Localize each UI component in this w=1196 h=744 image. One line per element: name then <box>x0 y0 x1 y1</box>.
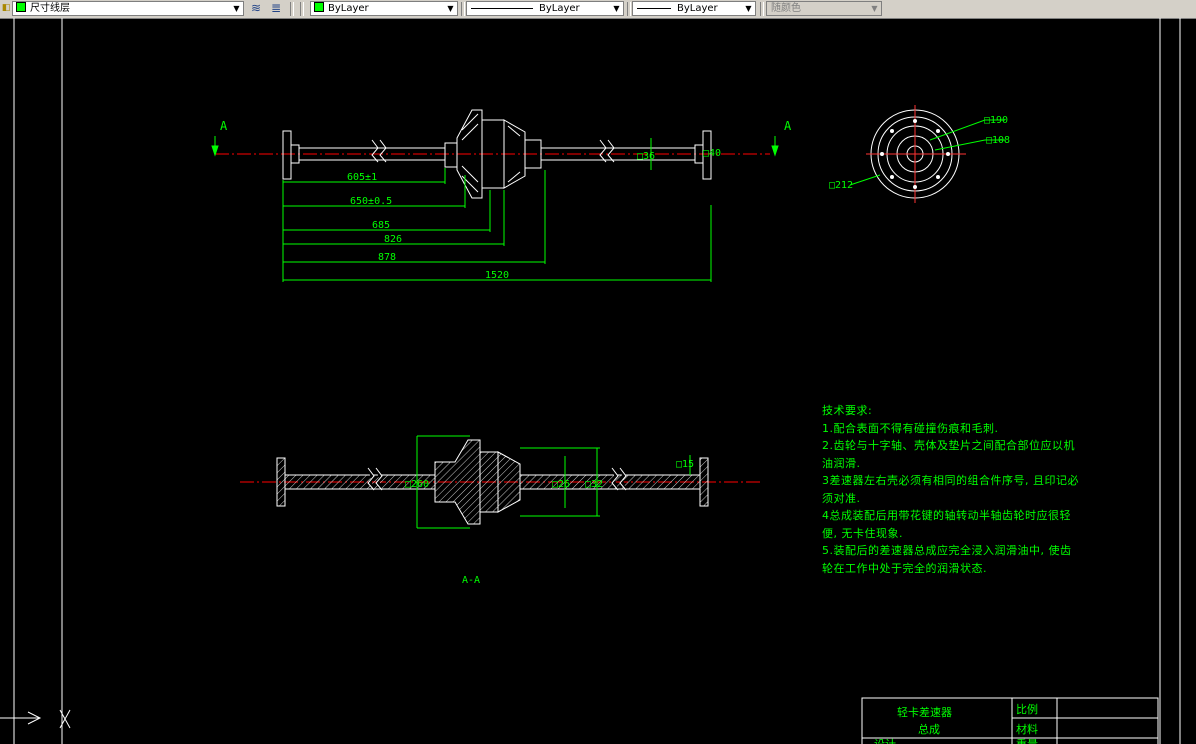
tech-line: 4总成装配后用带花键的轴转动半轴齿轮时应很轻 <box>822 509 1071 522</box>
chevron-down-icon[interactable]: ▼ <box>868 2 881 15</box>
chevron-down-icon[interactable]: ▼ <box>742 2 755 15</box>
chevron-down-icon[interactable]: ▼ <box>444 2 457 15</box>
dim-d212: □212 <box>829 180 853 191</box>
tech-line: 须对准. <box>822 491 861 505</box>
tech-line: 油润滑. <box>822 456 861 470</box>
properties-toolbar: ◧ 尺寸线层 ▼ ≋ ≣ ByLayer ▼ ByLayer ▼ ByLayer… <box>0 0 1196 19</box>
dim-d36: □36 <box>637 151 655 162</box>
lineweight-dropdown[interactable]: ByLayer ▼ <box>632 1 756 16</box>
title-block <box>861 697 1159 744</box>
title-material-label: 材料 <box>1016 722 1038 736</box>
lineweight-value: ByLayer <box>677 3 718 14</box>
title-weight-label: 重量 <box>1016 737 1038 744</box>
side-view: □190 □108 □212 <box>829 105 1010 203</box>
tech-line: 1.配合表面不得有碰撞伤痕和毛刺. <box>822 421 999 435</box>
plotstyle-value: 随颜色 <box>771 3 801 14</box>
dim-826: 826 <box>384 234 402 245</box>
dim-878: 878 <box>378 252 396 263</box>
color-swatch-icon <box>314 2 324 12</box>
section-mark-right: A <box>784 119 792 133</box>
plotstyle-dropdown[interactable]: 随颜色 ▼ <box>766 1 882 16</box>
dim-d108: □108 <box>986 135 1010 146</box>
dim-d260: □260 <box>405 479 429 490</box>
title-scale-label: 比例 <box>1016 702 1038 716</box>
toolbar-separator <box>627 2 631 16</box>
drawing-frame <box>13 18 1181 744</box>
tech-title: 技术要求: <box>822 404 873 417</box>
dim-d32: □32 <box>585 479 603 490</box>
dim-1520: 1520 <box>485 270 509 281</box>
tech-line: 5.装配后的差速器总成应完全浸入润滑油中, 使齿 <box>822 544 1072 557</box>
dim-d15: □15 <box>676 459 694 470</box>
tech-requirements: 技术要求: 1.配合表面不得有碰撞伤痕和毛刺. 2.齿轮与十字轴、壳体及垫片之间… <box>822 402 1079 577</box>
title-design-label: 设计 <box>874 738 896 744</box>
toolbar-separator <box>760 2 764 16</box>
layer-dropdown[interactable]: 尺寸线层 ▼ <box>12 1 244 16</box>
tech-line: 3差速器左右壳必须有相同的组合件序号, 且印记必 <box>822 474 1079 487</box>
front-view: A A 605±1 650±0.5 685 826 878 1520 □36 □… <box>211 109 792 282</box>
toolbar-separator <box>300 2 304 16</box>
color-value: ByLayer <box>328 3 369 14</box>
make-current-layer-icon[interactable]: ≋ <box>247 0 265 17</box>
dim-650: 650±0.5 <box>350 196 392 207</box>
tech-line: 便, 无卡住现象. <box>822 526 903 540</box>
linetype-dropdown[interactable]: ByLayer ▼ <box>466 1 624 16</box>
layer-previous-icon[interactable]: ≣ <box>267 0 285 17</box>
layer-state-icon[interactable]: ◧ <box>0 0 12 17</box>
chevron-down-icon[interactable]: ▼ <box>610 2 623 15</box>
dim-d190: □190 <box>984 115 1008 126</box>
lineweight-preview <box>637 7 671 9</box>
dim-605: 605±1 <box>347 172 377 183</box>
drawing-canvas[interactable]: A A 605±1 650±0.5 685 826 878 1520 □36 □… <box>0 18 1196 744</box>
title-name-line1: 轻卡差速器 <box>897 705 952 719</box>
section-label: A-A <box>462 575 480 586</box>
color-dropdown[interactable]: ByLayer ▼ <box>310 1 458 16</box>
layer-name: 尺寸线层 <box>30 3 70 14</box>
dim-685: 685 <box>372 220 390 231</box>
dim-d26: □26 <box>552 479 570 490</box>
ucs-icon <box>0 709 71 729</box>
section-mark-left: A <box>220 119 228 133</box>
section-view: □260 □26 □32 □15 A-A <box>240 435 760 586</box>
tech-line: 2.齿轮与十字轴、壳体及垫片之间配合部位应以机 <box>822 439 1075 452</box>
tech-line: 轮在工作中处于完全的润滑状态. <box>822 561 987 575</box>
layer-color-swatch-icon <box>16 2 26 12</box>
linetype-value: ByLayer <box>539 3 580 14</box>
toolbar-separator <box>461 2 465 16</box>
title-name-line2: 总成 <box>918 722 940 736</box>
toolbar-separator <box>290 2 294 16</box>
dim-d40: □40 <box>703 148 721 159</box>
linetype-preview <box>471 7 533 9</box>
chevron-down-icon[interactable]: ▼ <box>230 2 243 15</box>
